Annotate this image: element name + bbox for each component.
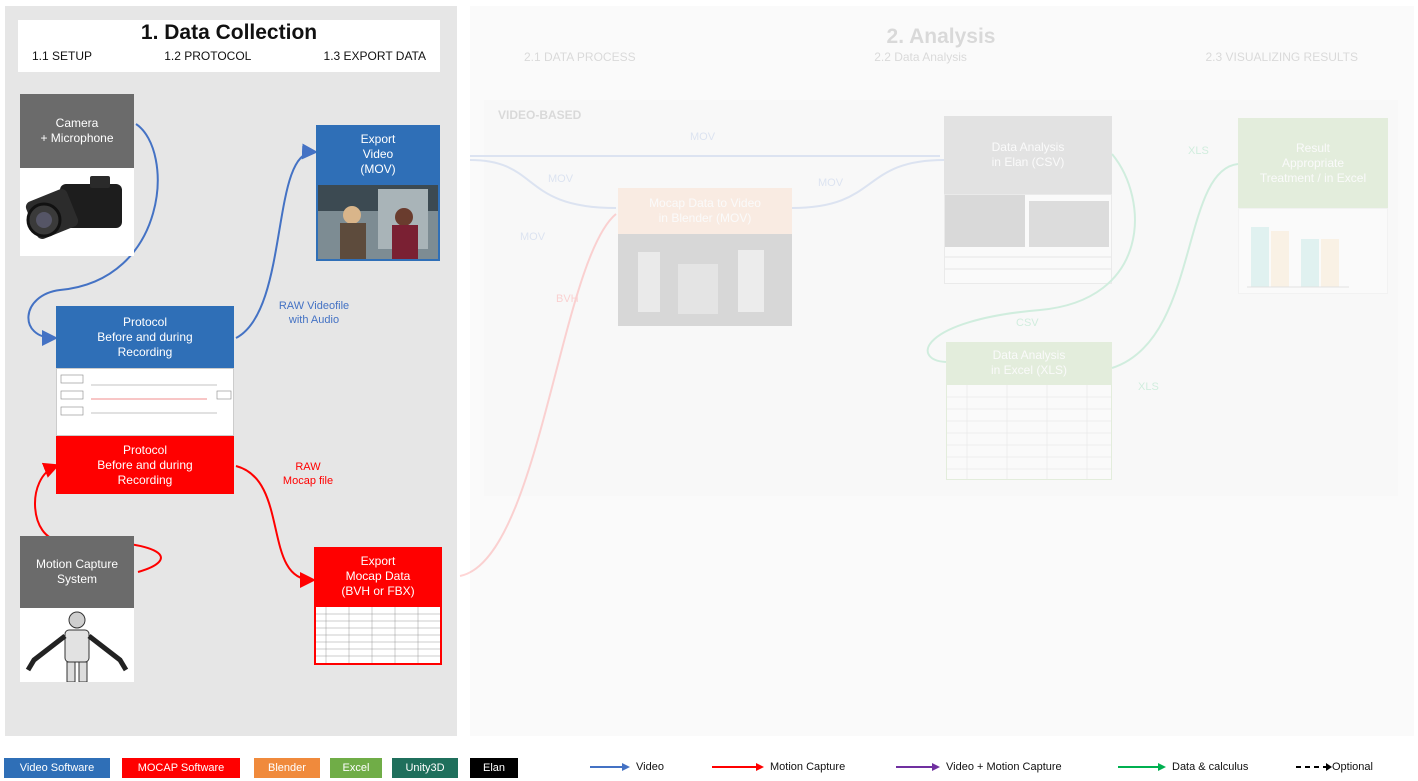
motion-capture-box: Motion Capture System (20, 536, 134, 608)
data-table-icon (316, 607, 440, 663)
export-mocap-line1: Export (360, 553, 396, 568)
legend-unity3d: Unity3D (392, 758, 458, 778)
protocol-video-line2: Before and during (97, 329, 193, 344)
legend-mocap-software-label: MOCAP Software (137, 762, 225, 774)
dashed-arrow-icon (1296, 763, 1332, 771)
green-arrow-icon (1118, 763, 1166, 771)
raw-mocap-label: RAW Mocap file (268, 460, 348, 488)
camera-line2: + Microphone (40, 131, 114, 145)
protocol-mocap-line1: Protocol (122, 442, 168, 457)
legend-excel: Excel (330, 758, 382, 778)
legend-blender-label: Blender (268, 762, 306, 774)
raw-videofile-line1: RAW Videofile (278, 300, 350, 312)
export-mocap-line2: Mocap Data (345, 568, 411, 583)
export-mocap-box: Export Mocap Data (BVH or FBX) (314, 547, 442, 605)
legend-unity3d-label: Unity3D (405, 762, 445, 774)
protocol-mocap-box: Protocol Before and during Recording (56, 436, 234, 494)
camera-icon (25, 176, 122, 239)
export-video-line2: Video (362, 146, 394, 161)
mocap-data-table-image (314, 605, 442, 665)
mocap-suit-image (20, 608, 134, 682)
mocap-person-icon (25, 611, 129, 682)
protocol-mocap-line3: Recording (117, 472, 173, 487)
legend-video-software: Video Software (4, 758, 110, 778)
legend-elan-label: Elan (482, 762, 506, 774)
legend-data-calculus-label: Data & calculus (1172, 761, 1249, 773)
export-video-line1: Export (360, 131, 396, 146)
legend-video-software-label: Video Software (19, 762, 95, 774)
legend-data-calculus-arrow: Data & calculus (1118, 757, 1248, 777)
camera-microphone-box: Camera + Microphone (20, 94, 134, 168)
legend-mocap-software: MOCAP Software (122, 758, 240, 778)
raw-mocap-line1: RAW (295, 461, 321, 473)
legend-elan: Elan (470, 758, 518, 778)
protocol-video-box: Protocol Before and during Recording (56, 306, 234, 368)
purple-arrow-icon (896, 763, 940, 771)
protocol-mocap-line2: Before and during (97, 457, 193, 472)
legend-blender: Blender (254, 758, 320, 778)
video-frame-icon (318, 185, 438, 259)
red-arrow-icon (712, 763, 764, 771)
video-frame-image (316, 183, 440, 261)
legend-optional-label: Optional (1332, 761, 1373, 773)
raw-videofile-line2: with Audio (288, 314, 340, 326)
raw-mocap-line2: Mocap file (282, 475, 334, 487)
camera-line1: Camera (55, 116, 99, 130)
protocol-video-line3: Recording (117, 344, 173, 359)
export-video-box: Export Video (MOV) (316, 125, 440, 183)
legend-video-mocap-label: Video + Motion Capture (946, 761, 1062, 773)
motion-capture-line1: Motion Capture (35, 557, 119, 571)
legend-optional-arrow: Optional (1296, 757, 1373, 777)
camera-image (20, 168, 134, 256)
legend-video-mocap-arrow: Video + Motion Capture (896, 757, 1062, 777)
raw-videofile-label: RAW Videofile with Audio (264, 299, 364, 327)
legend-excel-label: Excel (342, 762, 370, 774)
export-mocap-line3: (BVH or FBX) (341, 583, 415, 598)
protocol-video-line1: Protocol (122, 314, 168, 329)
protocol-document-image (56, 368, 234, 436)
legend-motion-capture-arrow: Motion Capture (712, 757, 845, 777)
legend-motion-capture-label: Motion Capture (770, 761, 846, 773)
export-video-line3: (MOV) (360, 161, 396, 176)
motion-capture-line2: System (56, 572, 97, 586)
blue-arrow-icon (590, 763, 630, 771)
legend-video-label: Video (636, 761, 664, 773)
protocol-chart-icon (60, 374, 232, 416)
legend-video-arrow: Video (590, 757, 664, 777)
